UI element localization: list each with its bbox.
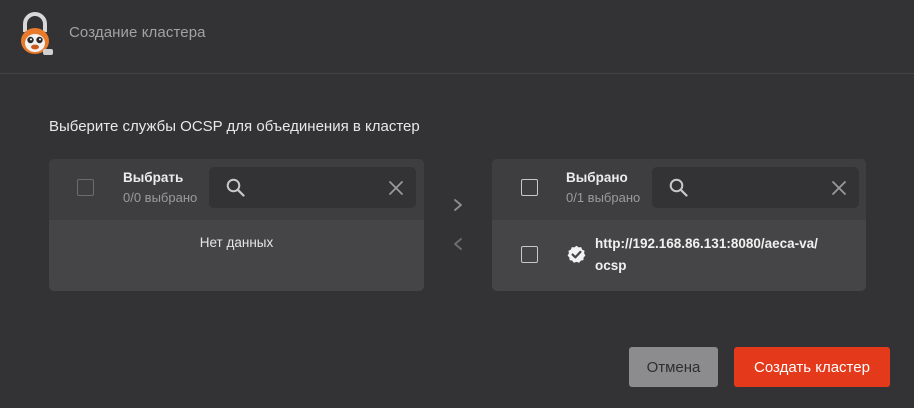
- chevron-left-icon[interactable]: [452, 237, 464, 251]
- available-panel-count: 0/0 выбрано: [123, 190, 198, 205]
- chevron-right-icon[interactable]: [452, 198, 464, 212]
- selected-search-input[interactable]: [694, 177, 824, 199]
- available-panel-label: Выбрать: [123, 170, 184, 185]
- clear-search-icon[interactable]: [388, 180, 404, 196]
- available-search-box: [209, 167, 416, 208]
- create-cluster-button[interactable]: Создать кластер: [734, 347, 890, 387]
- select-all-available-checkbox[interactable]: [77, 179, 94, 196]
- search-icon: [226, 178, 245, 197]
- selected-search-box: [652, 167, 859, 208]
- search-icon: [669, 178, 688, 197]
- selected-panel-count: 0/1 выбрано: [566, 190, 641, 205]
- selected-panel-header: Выбрано 0/1 выбрано: [492, 159, 866, 220]
- instruction-text: Выберите службы OCSP для объединения в к…: [49, 118, 420, 135]
- available-panel-header: Выбрать 0/0 выбрано: [49, 159, 424, 220]
- service-url-text: http://192.168.86.131:8080/aeca-va/ocsp: [595, 236, 818, 273]
- dialog-title: Создание кластера: [69, 24, 206, 41]
- selected-services-panel: Выбрано 0/1 выбрано http://192.168.86.13…: [492, 159, 866, 291]
- selected-panel-label: Выбрано: [566, 170, 628, 185]
- available-search-input[interactable]: [251, 177, 381, 199]
- lock-mascot-logo-icon: [21, 12, 53, 55]
- check-circle-icon: [567, 245, 586, 263]
- service-item-checkbox[interactable]: [521, 246, 538, 263]
- clear-search-icon[interactable]: [831, 180, 847, 196]
- select-all-selected-checkbox[interactable]: [521, 179, 538, 196]
- empty-state-text: Нет данных: [199, 235, 274, 250]
- cancel-button[interactable]: Отмена: [629, 347, 718, 387]
- dialog-header: Создание кластера: [0, 0, 914, 74]
- available-services-panel: Выбрать 0/0 выбрано Нет данных: [49, 159, 424, 291]
